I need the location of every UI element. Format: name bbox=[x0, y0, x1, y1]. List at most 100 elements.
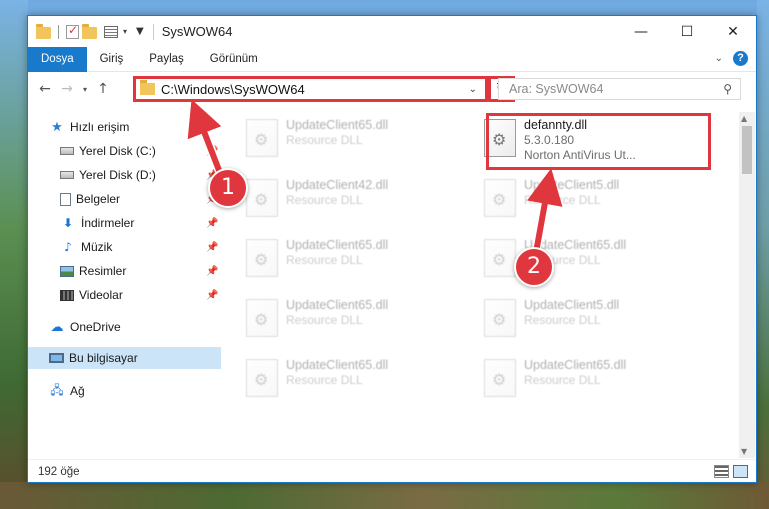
list-item[interactable]: UpdateClient5.dllResource DLL bbox=[476, 292, 706, 346]
star-icon: ★ bbox=[51, 119, 63, 135]
file-name: UpdateClient65.dll bbox=[286, 298, 389, 312]
tab-dosya[interactable]: Dosya bbox=[28, 46, 87, 72]
recent-locations-icon[interactable]: ▾ bbox=[78, 85, 92, 94]
window-title: SysWOW64 bbox=[161, 24, 233, 39]
sidebar-item-downloads[interactable]: ⬇ İndirmeler 📌 bbox=[28, 212, 221, 234]
cloud-icon: ☁ bbox=[50, 319, 64, 335]
search-box[interactable]: Ara: SysWOW64 ⚲ bbox=[498, 78, 741, 100]
dll-file-icon bbox=[246, 119, 278, 157]
sidebar-item-label: İndirmeler bbox=[81, 216, 135, 230]
file-type: Resource DLL bbox=[286, 373, 363, 387]
quick-access-toolbar: ▾ ▼ bbox=[28, 23, 154, 40]
list-item[interactable]: UpdateClient65.dllResource DLL bbox=[238, 292, 468, 346]
file-name: UpdateClient42.dll bbox=[286, 178, 389, 192]
sidebar-item-this-pc[interactable]: Bu bilgisayar bbox=[28, 347, 221, 369]
address-bar[interactable]: C:\Windows\SysWOW64 ⌄ bbox=[133, 76, 488, 102]
sidebar-item-label: Bu bilgisayar bbox=[69, 351, 138, 365]
folder-icon bbox=[36, 23, 51, 39]
sidebar-item-pictures[interactable]: Resimler 📌 bbox=[28, 260, 221, 282]
list-item[interactable]: UpdateClient65.dllResource DLL bbox=[476, 232, 706, 286]
chevron-down-icon[interactable]: ▾ bbox=[123, 27, 127, 36]
navigation-bar: ← → ▾ ↑ C:\Windows\SysWOW64 ⌄ ↻ Ara: Sys… bbox=[28, 74, 756, 104]
sidebar-item-local-disk-c[interactable]: Yerel Disk (C:) 📌 bbox=[28, 140, 221, 162]
details-view-icon[interactable] bbox=[714, 465, 729, 478]
title-bar: ▾ ▼ SysWOW64 — ☐ ✕ bbox=[28, 16, 756, 47]
list-item[interactable]: UpdateClient65.dllResource DLL bbox=[476, 352, 706, 406]
documents-icon bbox=[60, 192, 71, 206]
large-icons-view-icon[interactable] bbox=[733, 465, 748, 478]
file-name: UpdateClient5.dll bbox=[524, 298, 620, 312]
sidebar-item-label: Belgeler bbox=[76, 192, 121, 206]
scrollbar-thumb[interactable] bbox=[742, 126, 752, 174]
chevron-down-icon[interactable]: ⌄ bbox=[469, 84, 477, 95]
scroll-up-icon[interactable]: ▲ bbox=[741, 114, 747, 123]
properties-icon[interactable] bbox=[104, 25, 118, 38]
music-icon: ♪ bbox=[64, 240, 72, 254]
tab-giris[interactable]: Giriş bbox=[87, 47, 137, 72]
sidebar-item-onedrive[interactable]: ☁ OneDrive bbox=[28, 316, 221, 338]
tab-paylas[interactable]: Paylaş bbox=[136, 47, 197, 72]
videos-icon bbox=[60, 289, 74, 301]
back-arrow-icon[interactable]: ← bbox=[34, 81, 56, 97]
sidebar-item-music[interactable]: ♪ Müzik 📌 bbox=[28, 236, 221, 258]
scroll-down-icon[interactable]: ▼ bbox=[741, 447, 747, 456]
ribbon-tabs: Dosya Giriş Paylaş Görünüm ⌄ ? bbox=[28, 46, 756, 72]
item-count: 192 öğe bbox=[38, 465, 80, 478]
list-item[interactable]: UpdateClient65.dllResource DLL bbox=[238, 232, 468, 286]
new-folder-icon[interactable] bbox=[82, 23, 97, 39]
status-bar: 192 öğe bbox=[28, 459, 756, 483]
file-type: Resource DLL bbox=[286, 313, 363, 327]
search-input[interactable]: Ara: SysWOW64 bbox=[509, 82, 723, 96]
pin-icon[interactable]: 📌 bbox=[206, 218, 218, 229]
pin-icon[interactable]: 📌 bbox=[206, 266, 218, 277]
forward-arrow-icon[interactable]: → bbox=[56, 81, 78, 97]
list-item[interactable]: UpdateClient65.dllResource DLL bbox=[238, 352, 468, 406]
list-item[interactable]: UpdateClient5.dllResource DLL bbox=[476, 172, 706, 226]
sidebar-item-label: Hızlı erişim bbox=[70, 120, 130, 134]
sidebar-item-label: OneDrive bbox=[70, 320, 121, 334]
file-type: Resource DLL bbox=[524, 373, 601, 387]
sidebar-item-label: Yerel Disk (D:) bbox=[79, 168, 156, 182]
file-type: Resource DLL bbox=[286, 193, 363, 207]
search-icon[interactable]: ⚲ bbox=[723, 82, 732, 96]
drive-icon bbox=[60, 147, 74, 155]
title-divider bbox=[152, 23, 154, 40]
list-item[interactable]: UpdateClient42.dllResource DLL bbox=[238, 172, 468, 226]
pin-icon[interactable]: 📌 bbox=[206, 146, 218, 157]
dll-file-icon bbox=[484, 359, 516, 397]
customize-toolbar-icon[interactable]: ▼ bbox=[136, 26, 144, 37]
help-icon[interactable]: ? bbox=[733, 51, 748, 66]
step-1-badge: 1 bbox=[208, 168, 248, 208]
dll-file-icon bbox=[484, 179, 516, 217]
up-arrow-icon[interactable]: ↑ bbox=[92, 81, 114, 97]
sidebar-item-videos[interactable]: Videolar 📌 bbox=[28, 284, 221, 306]
maximize-button[interactable]: ☐ bbox=[664, 16, 710, 47]
sidebar-item-local-disk-d[interactable]: Yerel Disk (D:) 📌 bbox=[28, 164, 221, 186]
file-name: UpdateClient65.dll bbox=[286, 118, 389, 132]
pin-icon[interactable]: 📌 bbox=[206, 290, 218, 301]
dll-file-icon bbox=[246, 179, 278, 217]
dll-file-icon bbox=[484, 239, 516, 277]
properties-check-icon[interactable] bbox=[66, 23, 79, 39]
sidebar-item-label: Yerel Disk (C:) bbox=[79, 144, 156, 158]
folder-icon bbox=[140, 80, 155, 95]
desktop-wallpaper-bottom bbox=[0, 482, 769, 509]
address-path[interactable]: C:\Windows\SysWOW64 bbox=[161, 82, 469, 97]
computer-icon bbox=[49, 353, 64, 363]
sidebar-item-label: Resimler bbox=[79, 264, 127, 278]
pin-icon[interactable]: 📌 bbox=[206, 242, 218, 253]
network-icon: 🖧 bbox=[50, 382, 64, 397]
tab-gorunum[interactable]: Görünüm bbox=[197, 47, 271, 72]
ribbon-right-controls: ⌄ ? bbox=[715, 51, 748, 66]
view-toggles bbox=[714, 465, 748, 478]
minimize-button[interactable]: — bbox=[618, 16, 664, 47]
sidebar-item-documents[interactable]: Belgeler 📌 bbox=[28, 188, 221, 210]
file-type: Resource DLL bbox=[524, 313, 601, 327]
close-button[interactable]: ✕ bbox=[710, 16, 756, 47]
sidebar-item-network[interactable]: 🖧 Ağ bbox=[28, 380, 221, 402]
list-item[interactable]: UpdateClient65.dllResource DLL bbox=[238, 112, 468, 166]
vertical-scrollbar[interactable]: ▲ ▼ bbox=[739, 112, 755, 458]
expand-ribbon-icon[interactable]: ⌄ bbox=[715, 53, 723, 64]
desktop-wallpaper-right bbox=[757, 0, 769, 509]
sidebar-item-quick-access[interactable]: ★ Hızlı erişim bbox=[28, 116, 221, 138]
